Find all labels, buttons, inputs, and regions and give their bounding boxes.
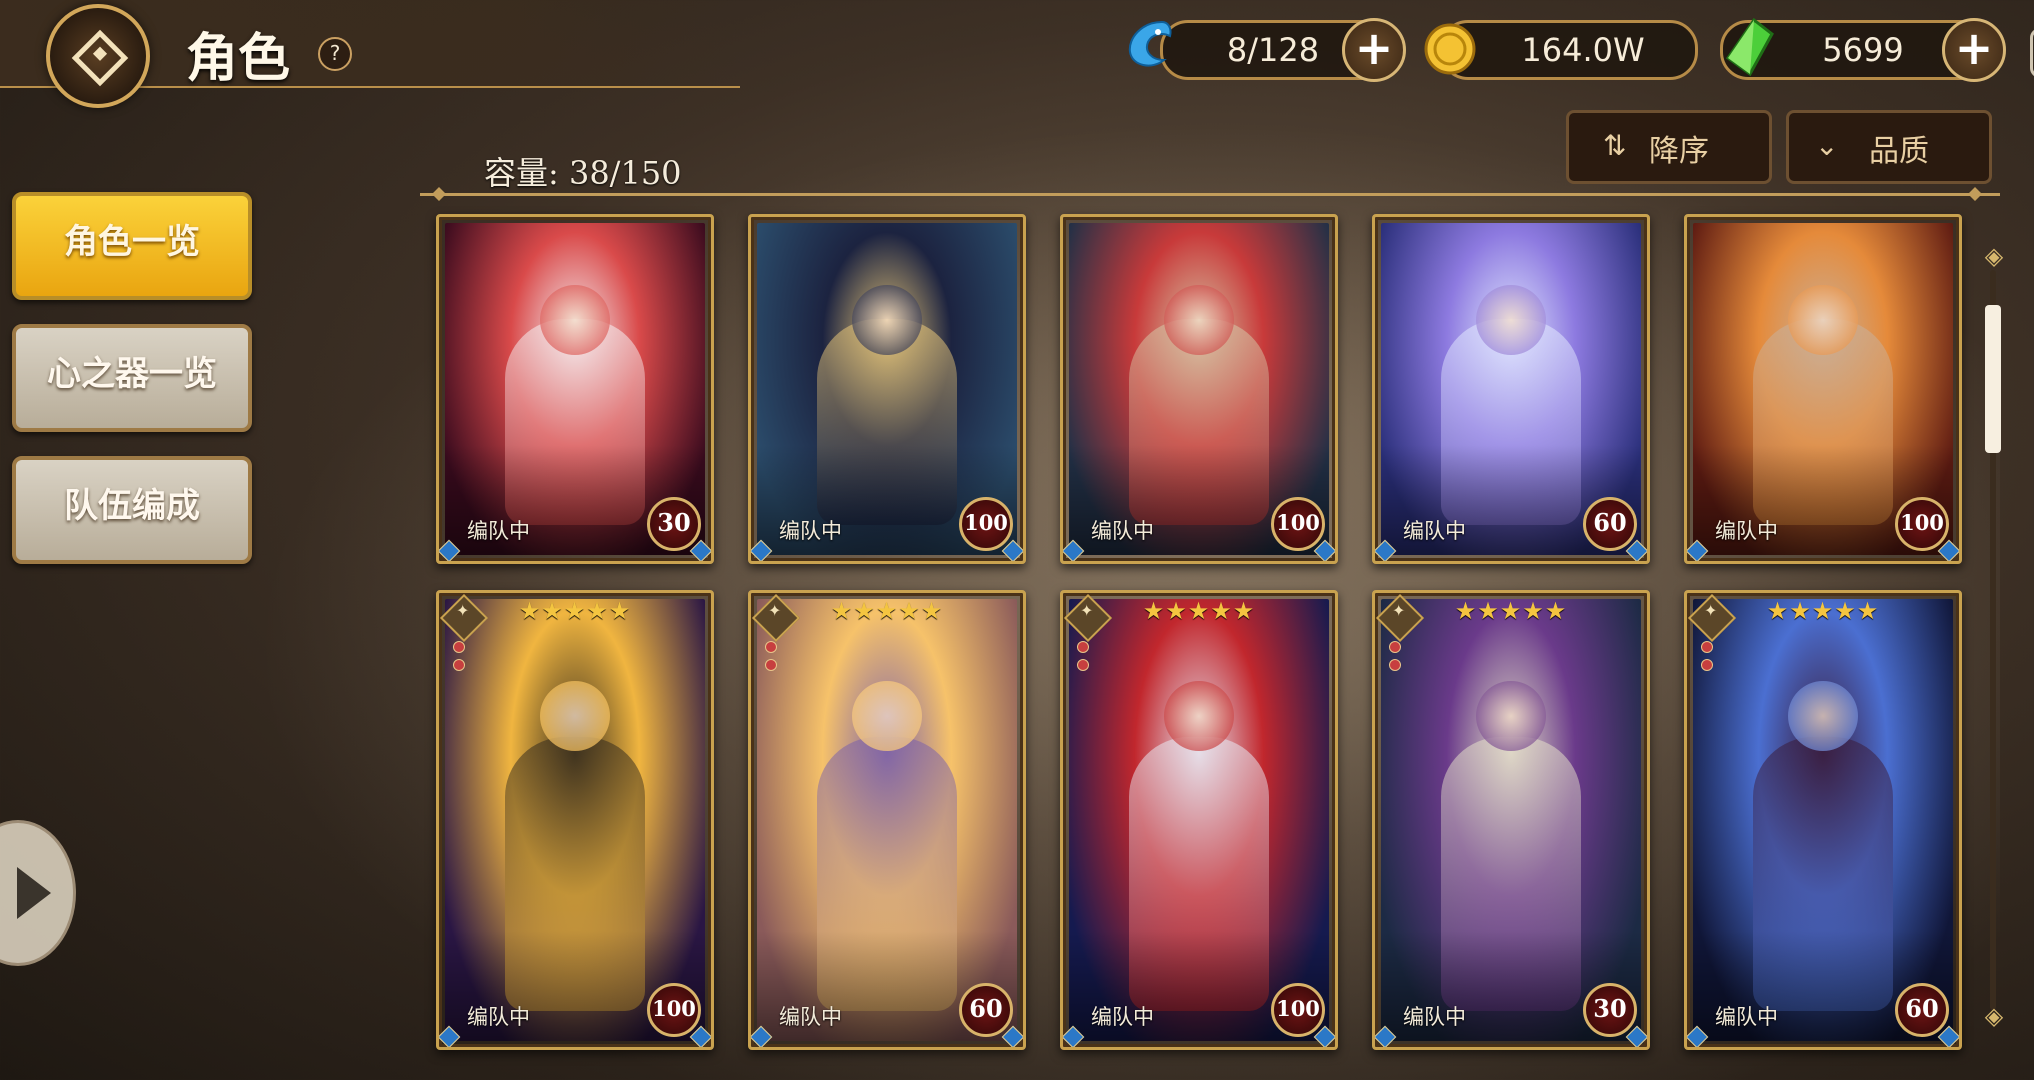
character-card[interactable]: 编队中 100 (748, 214, 1026, 564)
character-head (1788, 284, 1858, 355)
team-status-label: 编队中 (467, 519, 530, 543)
level-badge: 100 (647, 983, 701, 1037)
star-rating: ★★★★★ (518, 597, 632, 625)
gold-coin-icon (1424, 23, 1476, 75)
character-figure (1129, 736, 1269, 1011)
character-head (1476, 284, 1546, 355)
sort-order-button[interactable]: ⇅ 降序 (1566, 110, 1772, 184)
sort-descending-icon: ⇅ (1603, 129, 1627, 162)
rank-gem-icon (765, 641, 777, 653)
team-status-label: 编队中 (1715, 519, 1778, 543)
rank-gem-icon (1077, 641, 1089, 653)
edge-ornament (2030, 28, 2034, 78)
character-head (852, 284, 922, 355)
team-status-label: 编队中 (1091, 1005, 1154, 1029)
level-badge: 100 (1271, 983, 1325, 1037)
team-status-label: 编队中 (1715, 1005, 1778, 1029)
character-figure (1441, 736, 1581, 1011)
character-card[interactable]: 编队中 100 (1684, 214, 1962, 564)
level-badge: 60 (1583, 497, 1637, 551)
level-badge: 30 (1583, 983, 1637, 1037)
scroll-bottom-ornament-icon: ◈ (1984, 1002, 2004, 1030)
menu-character-list[interactable]: 角色一览 (12, 192, 252, 300)
character-head (1164, 680, 1234, 751)
rank-gem-icon (1077, 659, 1089, 671)
gold-counter: 164.0W (1440, 20, 1698, 80)
team-status-label: 编队中 (1091, 519, 1154, 543)
team-status-label: 编队中 (467, 1005, 530, 1029)
character-art (1069, 599, 1329, 1041)
character-card[interactable]: 编队中 30 (436, 214, 714, 564)
ornament-right-icon (1968, 187, 2002, 201)
level-badge: 30 (647, 497, 701, 551)
character-art (445, 599, 705, 1041)
character-card[interactable]: 编队中 60 (1372, 214, 1650, 564)
gold-value: 164.0W (1521, 31, 1645, 69)
quality-filter-button[interactable]: ⌄ 品质 (1786, 110, 1992, 184)
character-art (1693, 599, 1953, 1041)
gem-value: 5699 (1822, 31, 1904, 69)
level-badge: 60 (959, 983, 1013, 1037)
page-title: 角色 (186, 29, 291, 89)
scrollbar-thumb[interactable] (1985, 305, 2001, 453)
star-rating: ★★★★★ (1142, 597, 1256, 625)
team-status-label: 编队中 (779, 1005, 842, 1029)
rank-gem-icon (1701, 641, 1713, 653)
character-figure (505, 736, 645, 1011)
character-card[interactable]: 编队中 100 (1060, 214, 1338, 564)
help-icon[interactable]: ? (318, 37, 352, 71)
character-head (1788, 680, 1858, 751)
team-status-label: 编队中 (1403, 519, 1466, 543)
back-button[interactable] (46, 4, 150, 108)
ornament-left-icon (412, 187, 446, 201)
star-rating: ★★★★★ (830, 597, 944, 625)
chevron-down-icon: ⌄ (1815, 129, 1839, 162)
character-card[interactable]: ★★★★★ ✦ 编队中 100 (1060, 590, 1338, 1050)
character-art (1381, 599, 1641, 1041)
diamond-emblem-icon (71, 29, 129, 87)
character-card[interactable]: ★★★★★ ✦ 编队中 30 (1372, 590, 1650, 1050)
character-card[interactable]: ★★★★★ ✦ 编队中 60 (748, 590, 1026, 1050)
menu-heart-vessel-list[interactable]: 心之器一览 (12, 324, 252, 432)
character-figure (1753, 736, 1893, 1011)
star-rating: ★★★★★ (1454, 597, 1568, 625)
team-status-label: 编队中 (779, 519, 842, 543)
star-rating: ★★★★★ (1766, 597, 1880, 625)
scroll-top-ornament-icon: ◈ (1984, 242, 2004, 270)
level-badge: 100 (1271, 497, 1325, 551)
character-head (1476, 680, 1546, 751)
rank-gem-icon (1701, 659, 1713, 671)
blue-fish-icon (1128, 20, 1172, 67)
rank-gem-icon (453, 659, 465, 671)
character-figure (817, 736, 957, 1011)
character-art (757, 599, 1017, 1041)
divider-line (420, 193, 2000, 196)
character-head (540, 284, 610, 355)
rank-gem-icon (1389, 641, 1401, 653)
character-card[interactable]: ★★★★★ ✦ 编队中 100 (436, 590, 714, 1050)
character-card[interactable]: ★★★★★ ✦ 编队中 60 (1684, 590, 1962, 1050)
rank-gem-icon (1389, 659, 1401, 671)
add-stamina-button[interactable]: + (1342, 18, 1406, 82)
quality-filter-label: 品质 (1869, 134, 1929, 169)
sort-order-label: 降序 (1649, 134, 1709, 169)
level-badge: 100 (959, 497, 1013, 551)
character-head (540, 680, 610, 751)
menu-team-formation[interactable]: 队伍编成 (12, 456, 252, 564)
green-crystal-icon (1725, 18, 1774, 76)
level-badge: 60 (1895, 983, 1949, 1037)
level-badge: 100 (1895, 497, 1949, 551)
rank-gem-icon (765, 659, 777, 671)
character-head (852, 680, 922, 751)
add-gem-button[interactable]: + (1942, 18, 2006, 82)
character-head (1164, 284, 1234, 355)
arrow-right-icon (17, 867, 51, 919)
rank-gem-icon (453, 641, 465, 653)
team-status-label: 编队中 (1403, 1005, 1466, 1029)
expand-arrow-button[interactable] (0, 820, 76, 966)
capacity-label: 容量: 38/150 (484, 154, 682, 192)
